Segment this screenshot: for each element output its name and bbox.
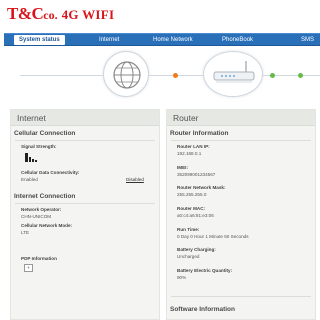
status-dot-green	[270, 73, 275, 78]
status-dot-green	[298, 73, 303, 78]
pdp-information-label: PDP Information	[21, 256, 57, 261]
internet-panel-title: Internet	[11, 110, 159, 126]
lan-ip-value: 192.168.0.1	[177, 151, 202, 156]
cellular-data-value: Enabled	[21, 177, 38, 182]
battery-charging-value: Uncharged	[177, 254, 200, 259]
network-mode-value: LTE	[21, 230, 30, 235]
nav-item-system-status[interactable]: System status	[14, 35, 65, 45]
logo-big-text: T&C	[7, 4, 44, 23]
network-operator-label: Network Operator:	[21, 207, 62, 212]
globe-icon	[103, 51, 149, 97]
signal-strength-icon	[25, 153, 37, 162]
pdp-expand-button[interactable]: +	[24, 264, 33, 272]
router-mac-value: a0:c4:a6:91:e3:06	[177, 213, 214, 218]
internet-panel: Internet Cellular Connection Signal Stre…	[10, 109, 160, 320]
cellular-connection-title: Cellular Connection	[14, 130, 76, 137]
header: T&Cco. 4G WIFI	[0, 0, 320, 26]
router-mac-label: Router MAC:	[177, 206, 206, 211]
brand-logo: T&Cco. 4G WIFI	[7, 4, 114, 24]
nav-item-home-network[interactable]: Home Network	[153, 35, 193, 45]
logo-wifi-text: 4G WIFI	[61, 7, 115, 22]
logo-small-text: co.	[43, 8, 58, 22]
main-nav: System status Internet Home Network Phon…	[4, 33, 320, 46]
disable-data-link[interactable]: Disabled	[126, 177, 144, 182]
run-time-value: 0 Day 0 Hour 1 Minute 50 Seconds	[177, 234, 249, 239]
run-time-label: Run Time:	[177, 227, 200, 232]
divider	[15, 203, 155, 204]
router-information-title: Router Information	[170, 130, 229, 137]
network-operator-value: CHN-UNICOM	[21, 214, 52, 219]
software-information-title: Software Information	[170, 306, 236, 313]
cellular-data-label: Cellular Data Connectivity:	[21, 170, 80, 175]
router-panel-title: Router	[167, 110, 315, 126]
battery-charging-label: Battery Charging:	[177, 247, 216, 252]
network-mode-label: Cellular Network Mode:	[21, 223, 73, 228]
divider	[171, 296, 311, 297]
divider	[171, 140, 311, 141]
lan-ip-label: Router LAN IP:	[177, 144, 210, 149]
nav-item-phonebook[interactable]: PhoneBook	[222, 35, 253, 45]
internet-connection-title: Internet Connection	[14, 193, 76, 200]
status-dot-orange	[173, 73, 178, 78]
signal-strength-label: Signal Strength:	[21, 144, 57, 149]
imei-label: IMEI:	[177, 165, 188, 170]
battery-quantity-value: 90%	[177, 275, 187, 280]
nav-item-sms[interactable]: SMS	[301, 35, 314, 45]
network-mask-label: Router Network Mask:	[177, 185, 226, 190]
divider	[15, 140, 155, 141]
connection-diagram	[0, 47, 320, 105]
network-mask-value: 255.255.255.0	[177, 192, 207, 197]
connector-line	[20, 75, 103, 76]
router-icon	[203, 51, 263, 97]
nav-item-internet[interactable]: Internet	[99, 35, 119, 45]
imei-value: 352099001234567	[177, 172, 216, 177]
router-panel: Router Router Information Router LAN IP:…	[166, 109, 316, 320]
battery-quantity-label: Battery Electric Quantity:	[177, 268, 233, 273]
